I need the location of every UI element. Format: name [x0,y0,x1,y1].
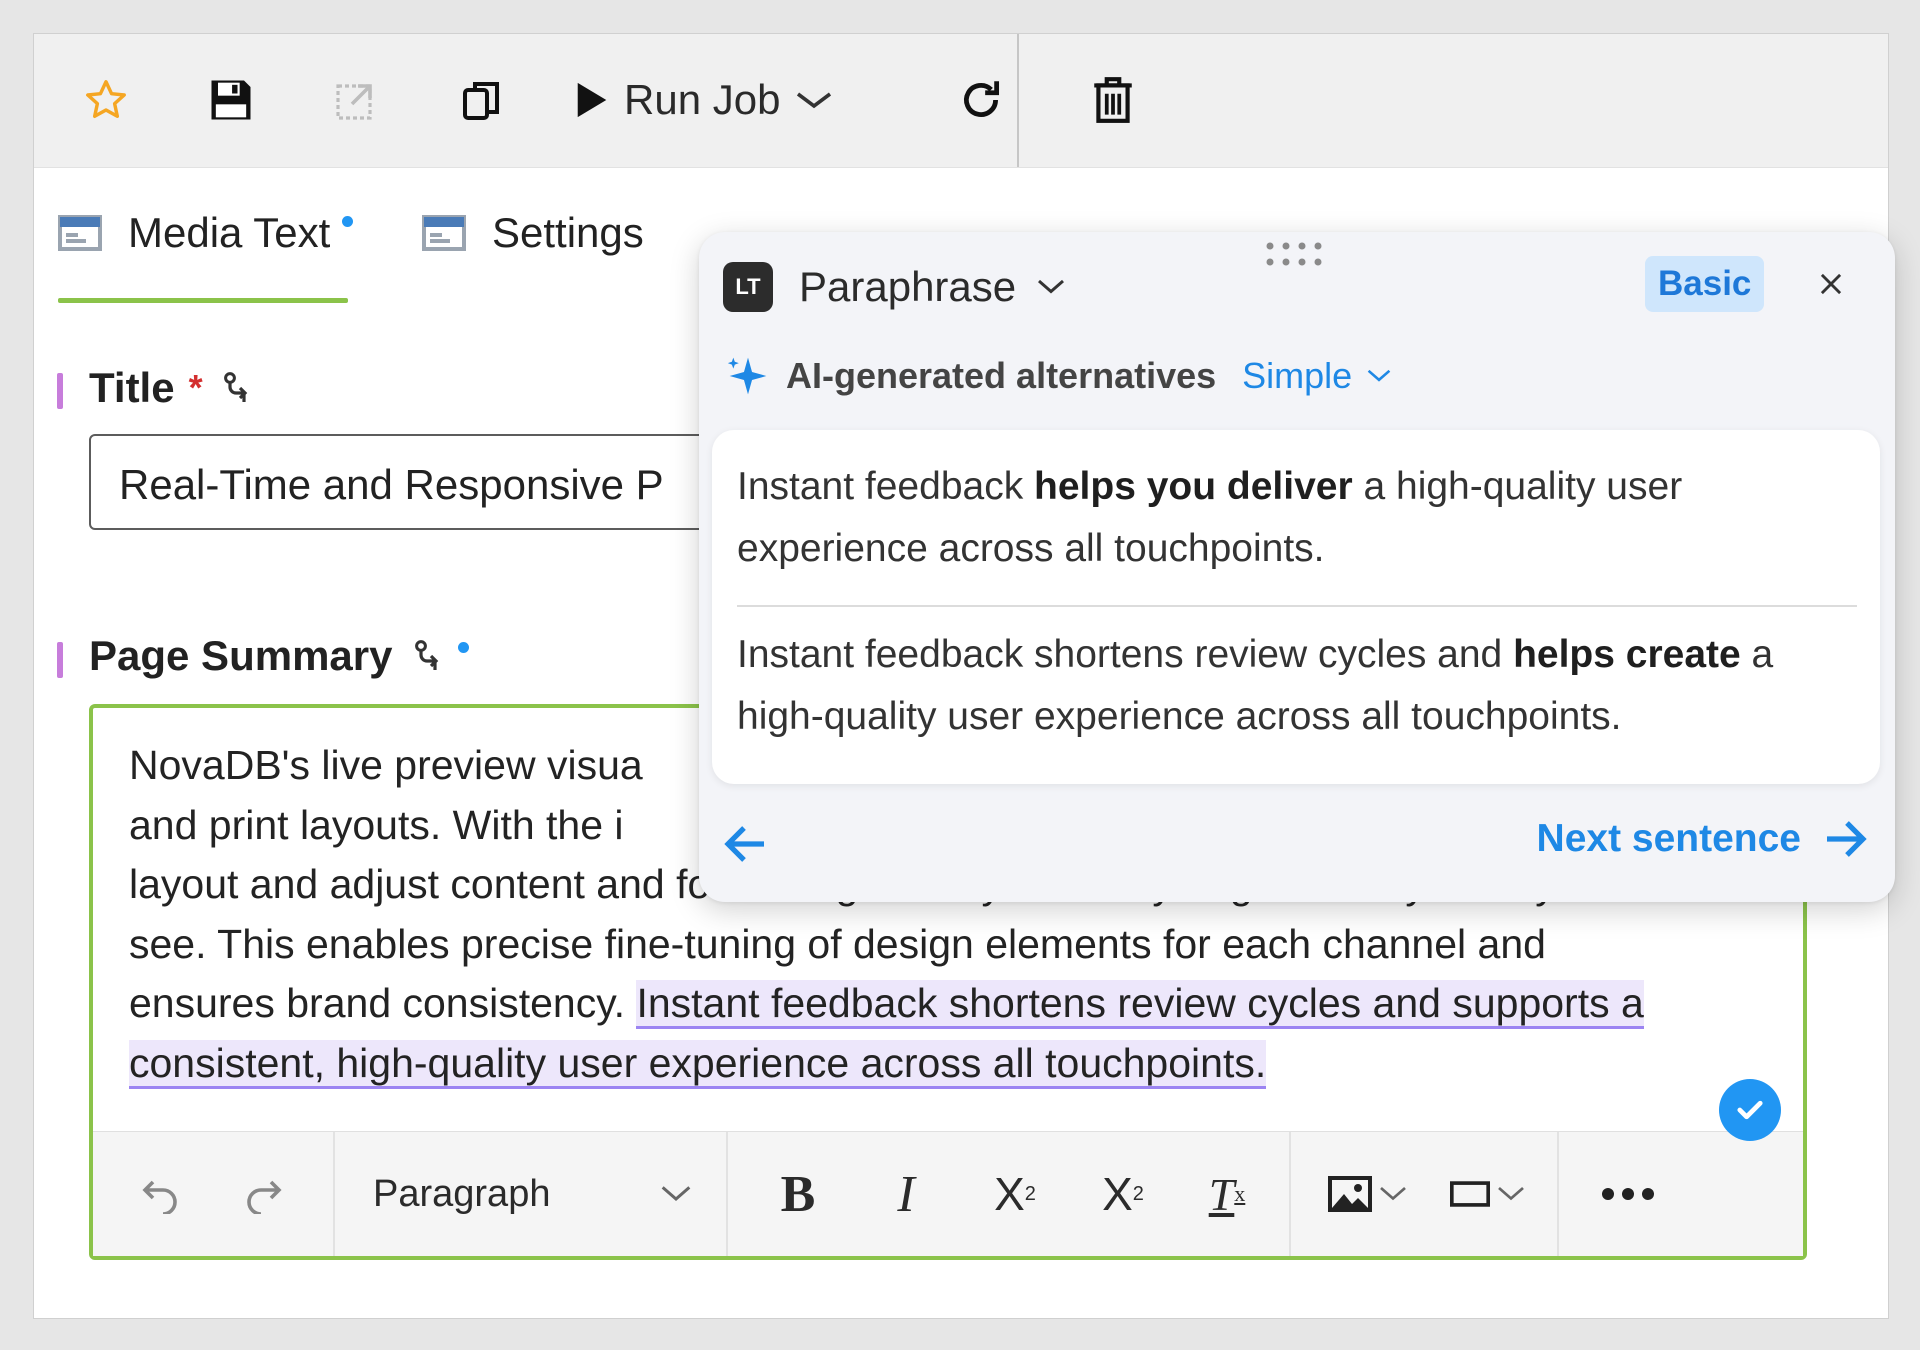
languagetool-logo: LT [723,262,773,312]
tab-label: Media Text [128,209,331,256]
chevron-down-icon [797,92,832,109]
chevron-down-icon [661,1186,691,1201]
toolbar-divider [333,1132,335,1256]
arrow-right-icon [1827,821,1867,857]
italic-icon[interactable]: I [871,1132,941,1256]
paragraph-label: Paragraph [373,1172,551,1215]
open-external-icon [324,68,388,132]
superscript-icon[interactable]: X2 [975,1132,1055,1256]
save-icon[interactable] [199,68,263,132]
highlighted-sentence[interactable]: Instant feedback shortens review cycles … [636,980,1644,1029]
mode-label: Simple [1242,355,1353,396]
paraphrase-menu[interactable]: Paraphrase [799,262,1066,312]
title-label: Title * [89,364,255,412]
alternative-option-2[interactable]: Instant feedback shortens review cycles … [737,624,1857,748]
main-toolbar: Run Job [34,34,1888,168]
close-icon[interactable] [1809,262,1853,306]
chevron-down-icon [1498,1186,1524,1201]
tab-label: Settings [492,209,644,256]
toolbar-divider [726,1132,728,1256]
more-icon[interactable] [1593,1132,1663,1256]
sparkle-icon [727,357,767,395]
paragraph-format-select[interactable]: Paragraph [373,1132,693,1256]
chevron-down-icon [1038,279,1065,294]
text-line: ensures brand consistency. Instant feedb… [129,974,1729,1034]
title-label-text: Title [89,364,175,411]
text-line: see. This enables precise fine-tuning of… [129,920,1546,967]
toolbar-divider [1557,1132,1559,1256]
star-icon[interactable] [74,68,138,132]
previous-sentence-button[interactable] [724,824,768,869]
trash-icon[interactable] [1081,68,1145,132]
alternatives-header: AI-generated alternatives Simple [726,354,1392,398]
plain-text: ensures brand consistency. [129,980,637,1026]
text-line: consistent, high-quality user experience… [129,1034,1729,1094]
play-icon [577,82,607,118]
image-insert-button[interactable] [1318,1132,1418,1256]
highlighted-sentence[interactable]: consistent, high-quality user experience… [129,1039,1267,1089]
redo-icon[interactable] [233,1132,293,1256]
alternative-option-1[interactable]: Instant feedback helps you deliver a hig… [737,456,1857,580]
editor-window: Run Job Media Text Settings Title * Real… [33,33,1895,1319]
paraphrase-popup: LT Paraphrase Basic AI-generated alterna… [699,232,1895,902]
subscript-icon[interactable]: X2 [1083,1132,1163,1256]
alt-text: Instant feedback [737,465,1035,508]
clear-format-icon[interactable]: Tx [1187,1132,1267,1256]
next-sentence-label: Next sentence [1536,817,1801,860]
modified-dot [458,641,470,653]
check-icon[interactable] [1719,1079,1781,1141]
drag-handle-icon[interactable] [1264,240,1330,270]
arrow-left-icon [724,826,764,862]
plan-badge: Basic [1645,256,1765,312]
field-marker [57,373,63,409]
modified-dot [342,215,354,227]
run-job-button[interactable]: Run Job [574,68,834,132]
undo-icon[interactable] [131,1132,191,1256]
translate-link-icon[interactable] [221,370,255,406]
required-mark: * [188,367,203,408]
alt-text: Instant feedback shortens review cycles … [737,633,1514,676]
field-marker [57,642,63,678]
alternatives-card: Instant feedback helps you deliver a hig… [712,430,1880,784]
divider [737,605,1857,607]
translate-link-icon[interactable] [412,638,446,674]
chevron-down-icon [1380,1186,1406,1201]
alternatives-label: AI-generated alternatives [786,355,1217,396]
active-tab-indicator [58,298,348,303]
summary-label: Page Summary [89,632,470,680]
alt-bold-text: helps create [1513,633,1741,676]
embed-icon [1450,1181,1490,1207]
embed-insert-button[interactable] [1438,1132,1538,1256]
copy-icon[interactable] [449,68,513,132]
form-icon [422,215,466,251]
chevron-down-icon [1367,369,1391,382]
form-icon [58,215,102,251]
alt-bold-text: helps you deliver [1034,465,1353,508]
mode-select[interactable]: Simple [1242,355,1392,397]
run-job-label: Run Job [624,76,781,123]
tab-media-text[interactable]: Media Text [58,209,354,257]
toolbar-divider [1289,1132,1291,1256]
summary-label-text: Page Summary [89,632,393,679]
tab-settings[interactable]: Settings [422,209,644,257]
paraphrase-title: Paraphrase [799,263,1017,310]
toolbar-divider [1017,34,1019,167]
image-icon [1328,1176,1372,1212]
next-sentence-button[interactable]: Next sentence [1537,817,1867,861]
bold-icon[interactable]: B [763,1132,833,1256]
editor-toolbar: Paragraph B I X2 X2 Tx [93,1131,1803,1256]
refresh-icon[interactable] [949,68,1013,132]
